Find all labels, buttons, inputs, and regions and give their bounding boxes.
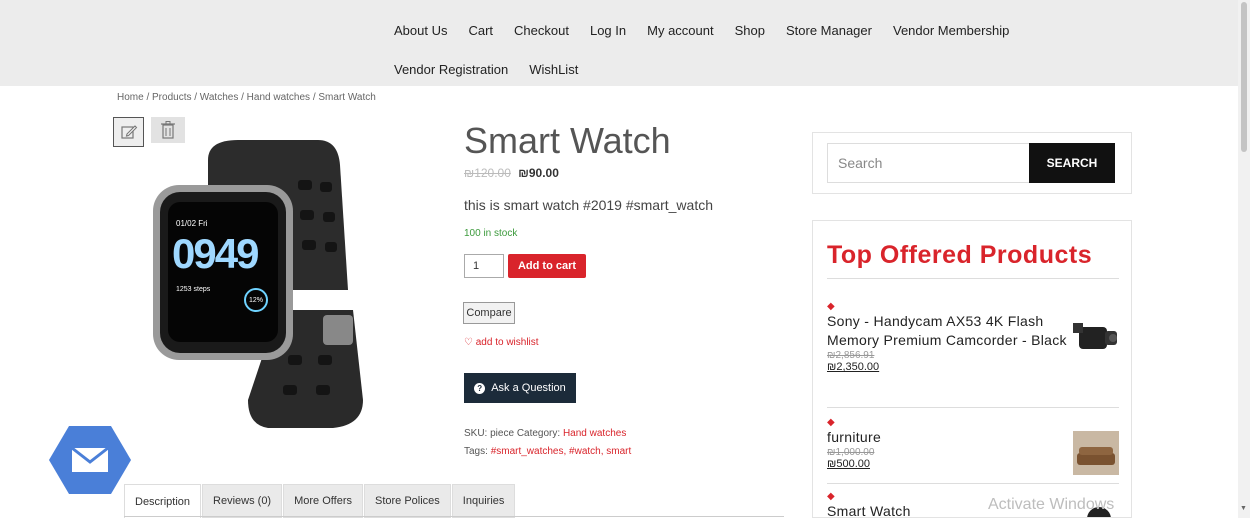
nav-vendor-registration[interactable]: Vendor Registration [394,62,508,77]
product-tabs: Description Reviews (0) More Offers Stor… [124,484,516,518]
tags-line: Tags: #smart_watches, #watch, smart [464,443,631,461]
nav-my-account[interactable]: My account [647,23,713,38]
sale-price: ₪90.00 [518,166,559,180]
category-link[interactable]: Hand watches [563,428,626,439]
nav-cart[interactable]: Cart [468,23,493,38]
offered-product-name[interactable]: Sony - Handycam AX53 4K Flash Memory Pre… [827,312,1067,350]
old-price: ₪120.00 [464,166,511,180]
bullet-icon: ◆ [827,417,835,428]
nav-checkout[interactable]: Checkout [514,23,569,38]
camcorder-thumbnail[interactable] [1071,317,1119,366]
nav-vendor-membership[interactable]: Vendor Membership [893,23,1009,38]
top-navigation: About Us Cart Checkout Log In My account… [0,0,1238,86]
top-offered-products-widget: Top Offered Products ◆ Sony - Handycam A… [812,220,1132,518]
product-image-smart-watch: 01/02 Fri 0949 1253 steps 12% [148,140,378,430]
product-meta: SKU: piece Category: Hand watches Tags: … [464,425,631,461]
tab-description[interactable]: Description [124,484,202,518]
page-scrollbar[interactable]: ▼ [1238,0,1250,518]
tab-reviews[interactable]: Reviews (0) [202,484,283,518]
nav-store-manager[interactable]: Store Manager [786,23,872,38]
ask-question-label: Ask a Question [491,382,566,394]
add-to-wishlist-link[interactable]: ♡ add to wishlist [464,337,539,348]
offered-product-item[interactable]: ◆ furniture ₪1,000.00 ₪500.00 [827,417,1119,475]
nav-wishlist[interactable]: WishList [529,62,578,77]
furniture-thumbnail[interactable] [1073,431,1119,480]
product-price: ₪120.00 ₪90.00 [464,166,559,180]
bullet-icon: ◆ [827,301,835,312]
product-description: this is smart watch #2019 #smart_watch [464,197,713,213]
watch-battery-ring: 12% [244,288,268,312]
nav-row-secondary: Vendor Registration WishList [394,62,599,77]
sku-label: SKU: piece [464,428,515,439]
item-divider [827,407,1119,408]
item-divider [827,483,1119,484]
scroll-down-arrow-icon[interactable]: ▼ [1240,505,1247,512]
tabs-divider [124,516,784,517]
breadcrumb[interactable]: Home / Products / Watches / Hand watches… [117,92,376,103]
widget-divider [827,278,1119,279]
tags-label: Tags: [464,446,488,457]
category-label: Category: [516,428,561,439]
contact-chat-widget[interactable] [48,424,132,496]
mail-icon [71,446,109,472]
tab-more-offers[interactable]: More Offers [283,484,363,518]
watch-time: 0949 [172,230,259,277]
widget-title: Top Offered Products [827,241,1093,269]
offered-product-name[interactable]: furniture [827,428,1067,447]
nav-about-us[interactable]: About Us [394,23,447,38]
quantity-input[interactable]: 1 [464,254,504,278]
tags-links[interactable]: #smart_watches, #watch, smart [491,446,632,457]
tab-inquiries[interactable]: Inquiries [451,484,516,518]
activate-windows-watermark: Activate Windows [988,496,1115,513]
stock-status: 100 in stock [464,228,518,239]
ask-question-button[interactable]: ? Ask a Question [464,373,576,403]
search-widget: Search SEARCH [812,132,1132,194]
nav-log-in[interactable]: Log In [590,23,626,38]
watch-date: 01/02 Fri [176,219,208,228]
nav-row-primary: About Us Cart Checkout Log In My account… [394,23,1030,38]
scrollbar-thumb[interactable] [1241,2,1247,152]
search-button[interactable]: SEARCH [1029,143,1115,183]
question-icon: ? [474,382,486,394]
search-input[interactable]: Search [827,143,1031,183]
add-to-cart-button[interactable]: Add to cart [508,254,586,278]
compare-button[interactable]: Compare [463,302,515,324]
product-title: Smart Watch [464,120,671,161]
watch-steps: 1253 steps [176,286,211,293]
edit-icon[interactable] [113,117,144,147]
tab-store-policies[interactable]: Store Polices [363,484,451,518]
offered-product-item[interactable]: ◆ Sony - Handycam AX53 4K Flash Memory P… [827,301,1119,373]
nav-shop[interactable]: Shop [735,23,765,38]
sku-category-line: SKU: piece Category: Hand watches [464,425,631,443]
